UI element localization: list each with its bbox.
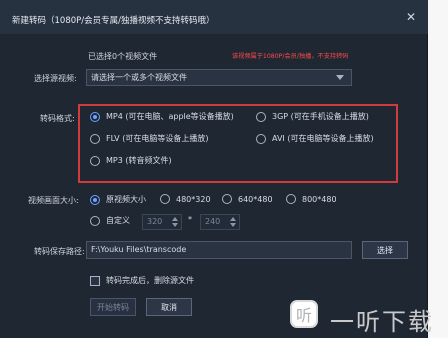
size-option-640x480[interactable]: 640*480 <box>222 194 273 204</box>
custom-height-value: 240 <box>205 217 221 226</box>
custom-width-value: 320 <box>147 217 163 226</box>
delete-source-label: 转码完成后，删除源文件 <box>106 276 194 285</box>
format-option-label: MP4 (可在电脑、apple等设备播放) <box>106 112 234 121</box>
radio-icon <box>256 111 266 122</box>
radio-icon <box>90 133 100 144</box>
radio-icon <box>222 194 232 204</box>
size-option-480x320[interactable]: 480*320 <box>160 194 211 204</box>
multiply-sign: * <box>188 215 192 224</box>
start-transcode-button[interactable]: 开始转码 <box>90 298 136 316</box>
close-icon[interactable]: ✕ <box>404 10 418 24</box>
save-path-label: 转码保存路径: <box>34 247 85 256</box>
radio-selected-icon <box>90 111 100 122</box>
size-option-800x480[interactable]: 800*480 <box>286 194 337 204</box>
spinner-icon[interactable] <box>171 216 179 228</box>
source-video-select-value: 请选择一个或多个视频文件 <box>91 73 187 82</box>
cancel-button[interactable]: 取消 <box>146 298 192 316</box>
radio-icon <box>286 194 296 204</box>
title-bar: 新建转码（1080P/会员专属/独播视频不支持转码哦） ✕ <box>0 0 428 34</box>
warning-note: 该视频属于1080P/会员/独播，不支持转码 <box>232 53 349 60</box>
size-option-label: 自定义 <box>106 216 130 225</box>
delete-source-checkbox[interactable]: 转码完成后，删除源文件 <box>90 275 194 286</box>
format-option-avi[interactable]: AVI (可在电脑等设备上播放) <box>256 133 374 144</box>
format-option-label: 3GP (可在手机设备上播放) <box>272 112 369 121</box>
size-option-original[interactable]: 原视频大小 <box>90 194 146 205</box>
format-option-3gp[interactable]: 3GP (可在手机设备上播放) <box>256 111 369 122</box>
source-video-label: 选择源视频: <box>34 74 77 83</box>
format-option-label: AVI (可在电脑等设备上播放) <box>272 134 374 143</box>
size-option-custom[interactable]: 自定义 <box>90 215 130 226</box>
browse-button[interactable]: 选择 <box>362 241 408 259</box>
watermark-logo-icon: 听 <box>290 300 318 328</box>
format-option-label: FLV (可在电脑等设备上播放) <box>106 134 209 143</box>
checkbox-icon <box>90 275 100 286</box>
format-option-mp4[interactable]: MP4 (可在电脑、apple等设备播放) <box>90 111 234 122</box>
selected-count-text: 已选择0个视频文件 <box>88 52 158 61</box>
video-size-label: 视频画面大小: <box>28 196 79 205</box>
format-option-label: MP3 (转音频文件) <box>106 156 172 165</box>
save-path-input[interactable]: F:\Youku Files\transcode <box>86 241 352 259</box>
format-option-flv[interactable]: FLV (可在电脑等设备上播放) <box>90 133 208 144</box>
watermark: 听 一听下载 <box>290 300 446 336</box>
size-option-label: 800*480 <box>302 194 337 204</box>
size-option-label: 640*480 <box>238 194 273 204</box>
custom-width-input[interactable]: 320 <box>142 214 182 230</box>
radio-icon <box>256 133 266 144</box>
format-option-mp3[interactable]: MP3 (转音频文件) <box>90 155 172 166</box>
custom-height-input[interactable]: 240 <box>200 214 240 230</box>
size-option-label: 480*320 <box>176 194 211 204</box>
chevron-down-icon <box>336 75 344 80</box>
radio-icon <box>90 215 100 226</box>
transcode-dialog: 新建转码（1080P/会员专属/独播视频不支持转码哦） ✕ 已选择0个视频文件 … <box>0 0 428 338</box>
radio-selected-icon <box>90 194 100 205</box>
dialog-title: 新建转码（1080P/会员专属/独播视频不支持转码哦） <box>12 16 215 26</box>
size-option-label: 原视频大小 <box>106 195 146 204</box>
source-video-select[interactable]: 请选择一个或多个视频文件 <box>86 69 352 86</box>
spinner-icon[interactable] <box>229 216 237 228</box>
watermark-text: 一听下载 <box>330 308 434 336</box>
format-label: 转码格式: <box>40 114 75 123</box>
radio-icon <box>160 194 170 204</box>
radio-icon <box>90 155 100 166</box>
